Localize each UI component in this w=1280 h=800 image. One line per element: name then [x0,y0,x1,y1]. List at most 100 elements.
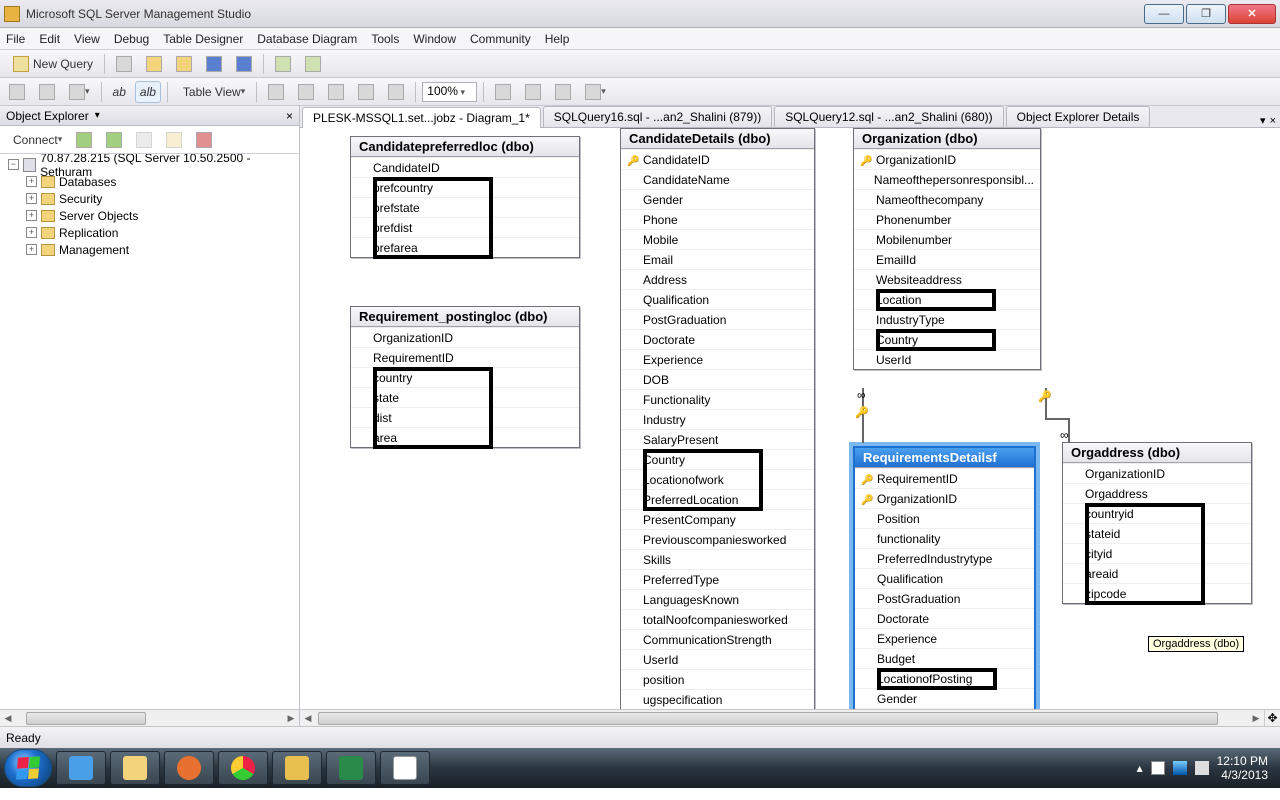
tab-sqlquery16[interactable]: SQLQuery16.sql - ...an2_Shalini (879)) [543,106,772,127]
arrange-1-icon[interactable] [490,81,516,103]
column-row[interactable]: Qualification [855,568,1034,588]
column-row[interactable]: LanguagesKnown [621,589,814,609]
column-row[interactable]: SalaryPresent [621,429,814,449]
column-row[interactable]: countryid [1063,503,1251,523]
table-header[interactable]: Requirement_postingloc (dbo) [351,307,579,327]
column-row[interactable]: Functionality [621,389,814,409]
column-row[interactable]: ugspecification [621,689,814,709]
column-row[interactable]: CandidateName [621,169,814,189]
column-row[interactable]: PreferredLocation [621,489,814,509]
tree-folder-replication[interactable]: +Replication [4,224,295,241]
column-row[interactable]: Locationofwork [621,469,814,489]
column-row[interactable]: Experience [621,349,814,369]
column-row[interactable]: Mobilenumber [854,229,1040,249]
zoom-combo[interactable]: 100% [422,82,477,102]
maximize-button[interactable] [1186,4,1226,24]
column-row[interactable]: PreferredIndustrytype [855,548,1034,568]
column-row[interactable]: PresentCompany [621,509,814,529]
column-row[interactable]: areaid [1063,563,1251,583]
new-query-button[interactable]: New Query [4,53,98,75]
table-requirementpostingloc[interactable]: Requirement_postingloc (dbo) Organizatio… [350,306,580,448]
column-row[interactable]: LocationofPosting [855,668,1034,688]
taskbar-firefox[interactable] [164,751,214,785]
column-row[interactable]: Doctorate [621,329,814,349]
column-row[interactable]: OrganizationID [855,488,1034,508]
column-row[interactable]: totalNoofcompaniesworked [621,609,814,629]
table-orgaddress[interactable]: Orgaddress (dbo) OrganizationIDOrgaddres… [1062,442,1252,604]
column-row[interactable]: Qualification [621,289,814,309]
menu-window[interactable]: Window [413,32,456,46]
diagram-scrollbar-h[interactable]: ◀▶ ✥ [300,709,1280,726]
taskbar-chrome[interactable] [218,751,268,785]
table-view-button[interactable]: Table View [174,81,250,103]
menu-file[interactable]: File [6,32,25,46]
save-all-icon[interactable] [231,53,257,75]
column-row[interactable]: RequirementID [351,347,579,367]
alb-button[interactable]: alb [135,81,161,103]
generate-script-icon[interactable] [353,81,379,103]
ab-button[interactable]: ab [108,81,131,103]
column-row[interactable]: Position [855,508,1034,528]
table-candidatepreferredloc[interactable]: Candidatepreferredloc (dbo) CandidateIDp… [350,136,580,258]
taskbar-ie[interactable] [56,751,106,785]
column-row[interactable]: Country [854,329,1040,349]
show-hidden-icon[interactable]: ▴ [1137,761,1143,775]
column-row[interactable]: Mobile [621,229,814,249]
column-row[interactable]: OrganizationID [351,327,579,347]
column-row[interactable]: stateid [1063,523,1251,543]
column-row[interactable]: OrganizationID [854,149,1040,169]
column-row[interactable]: Address [621,269,814,289]
table-candidatedetails[interactable]: CandidateDetails (dbo) CandidateIDCandid… [620,128,815,709]
table-header[interactable]: Organization (dbo) [854,129,1040,149]
pan-icon[interactable]: ✥ [1264,710,1280,726]
taskbar-explorer[interactable] [110,751,160,785]
tree-folder-security[interactable]: +Security [4,190,295,207]
table-header[interactable]: RequirementsDetailsf [855,448,1034,468]
filter-icon[interactable] [161,129,187,151]
expand-icon[interactable]: + [26,244,37,255]
menu-table-designer[interactable]: Table Designer [163,32,243,46]
column-row[interactable]: CandidateID [621,149,814,169]
tree-server-node[interactable]: − 70.87.28.215 (SQL Server 10.50.2500 - … [4,156,295,173]
menu-debug[interactable]: Debug [114,32,149,46]
table-requirementsdetails[interactable]: RequirementsDetailsf RequirementIDOrgani… [853,446,1036,709]
menu-edit[interactable]: Edit [39,32,60,46]
column-row[interactable]: PreferredType [621,569,814,589]
menu-view[interactable]: View [74,32,100,46]
column-row[interactable]: Doctorate [855,608,1034,628]
column-row[interactable]: Phonenumber [854,209,1040,229]
diagram-tool-1-icon[interactable] [4,81,30,103]
column-row[interactable]: PostGraduation [855,588,1034,608]
column-row[interactable]: Gender [855,688,1034,708]
tab-diagram[interactable]: PLESK-MSSQL1.set...jobz - Diagram_1* [302,107,541,128]
column-row[interactable]: CommunicationStrength [621,629,814,649]
new-project-icon[interactable] [111,53,137,75]
object-tree[interactable]: − 70.87.28.215 (SQL Server 10.50.2500 - … [0,154,299,709]
volume-icon[interactable] [1195,761,1209,775]
refresh-icon[interactable] [191,129,217,151]
column-row[interactable]: area [351,427,579,447]
start-button[interactable] [4,749,52,787]
column-row[interactable]: Industry [621,409,814,429]
column-row[interactable]: UserId [854,349,1040,369]
column-row[interactable]: IndustryType [854,309,1040,329]
expand-icon[interactable]: + [26,193,37,204]
tab-sqlquery12[interactable]: SQLQuery12.sql - ...an2_Shalini (680)) [774,106,1003,127]
column-row[interactable]: Phone [621,209,814,229]
tab-close-icon[interactable]: × [1270,115,1276,127]
taskbar-ssms[interactable] [272,751,322,785]
tree-folder-serverobjects[interactable]: +Server Objects [4,207,295,224]
column-row[interactable]: prefcountry [351,177,579,197]
system-tray[interactable]: ▴ 12:10 PM 4/3/2013 [1137,754,1276,783]
arrange-3-icon[interactable] [550,81,576,103]
action-center-icon[interactable] [1151,761,1165,775]
connect-icon-1[interactable] [71,129,97,151]
column-row[interactable]: Budget [855,648,1034,668]
column-row[interactable]: prefstate [351,197,579,217]
column-row[interactable]: zipcode [1063,583,1251,603]
tab-menu-icon[interactable]: ▾ [1260,114,1266,127]
left-scrollbar[interactable]: ◀▶ [0,709,299,726]
activity-monitor-icon[interactable] [270,53,296,75]
diagram-surface[interactable]: Candidatepreferredloc (dbo) CandidateIDp… [300,128,1280,709]
column-row[interactable]: RequirementID [855,468,1034,488]
